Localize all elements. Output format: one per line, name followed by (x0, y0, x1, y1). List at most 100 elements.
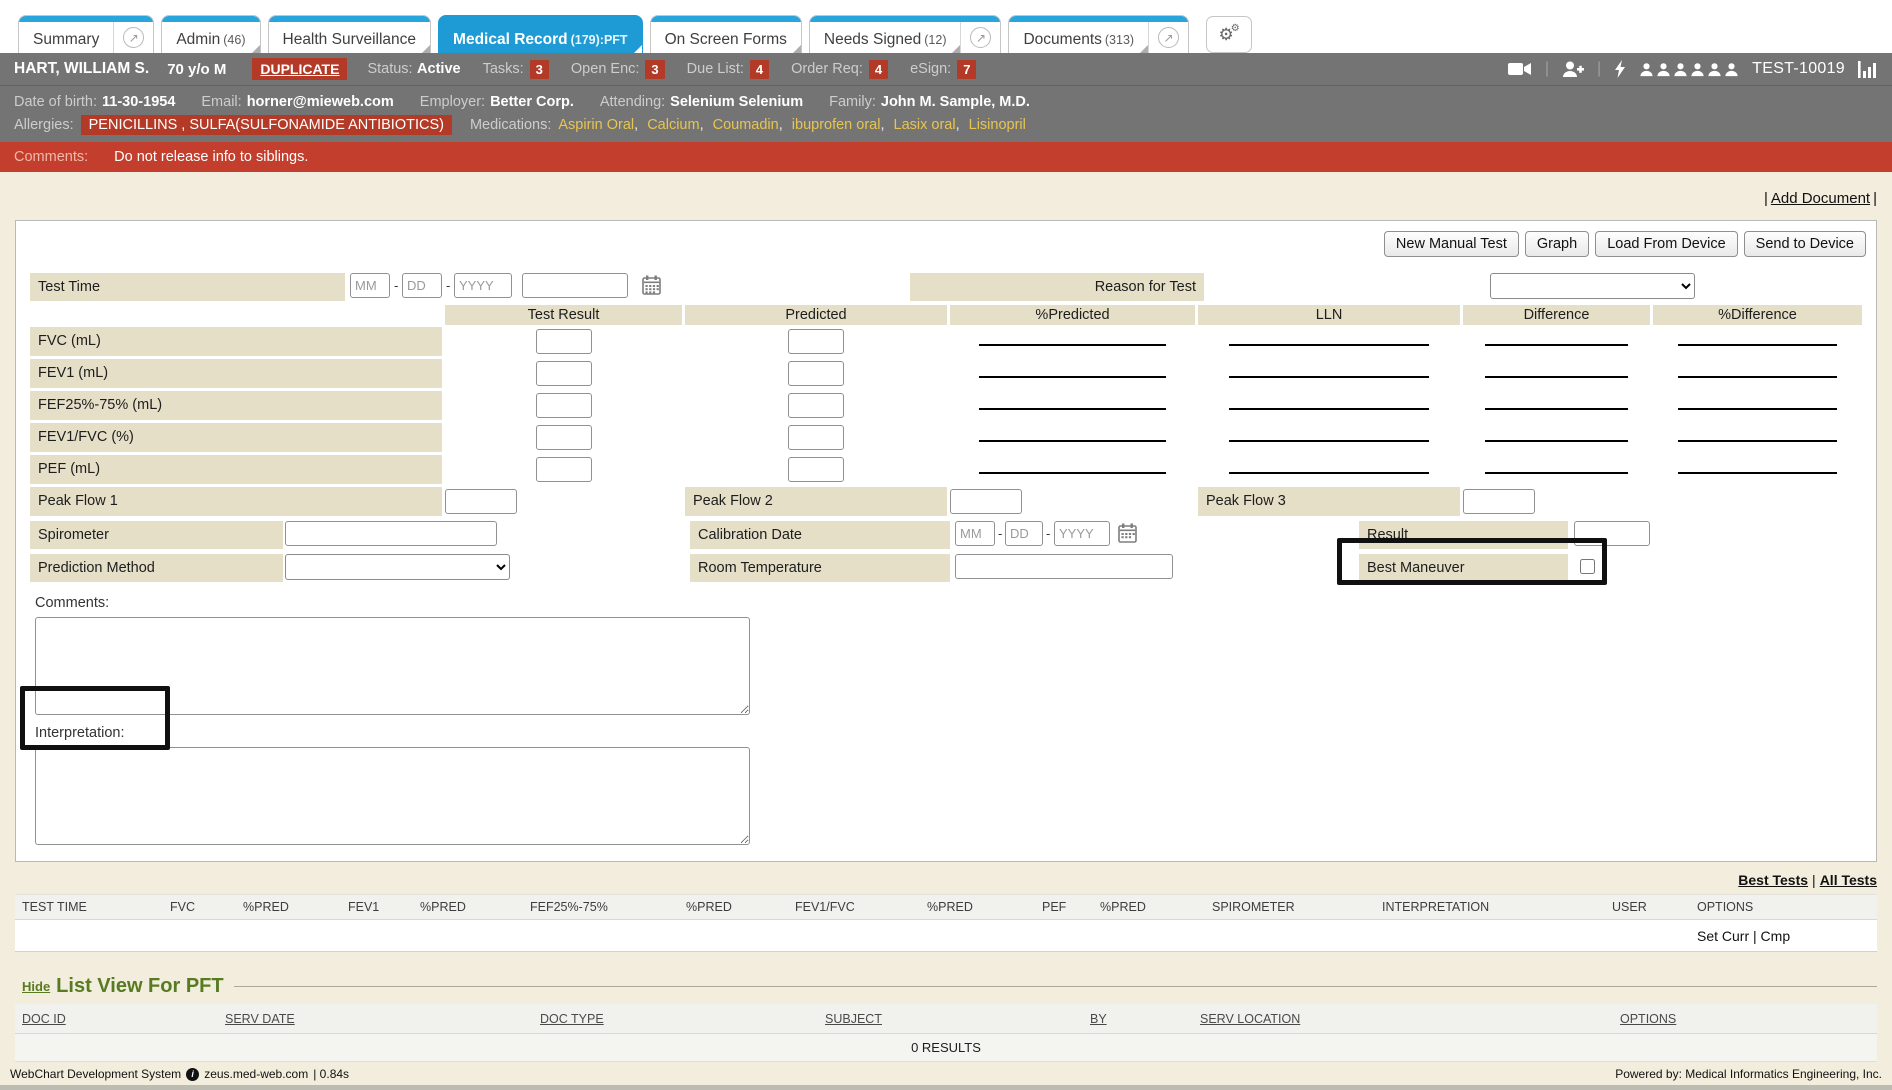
settings-button[interactable]: ⚙ ⚙ (1206, 16, 1252, 53)
fev1-pct-difference-value (1653, 359, 1862, 388)
lightning-icon[interactable] (1614, 60, 1626, 78)
family-field: Family:John M. Sample, M.D. (829, 94, 1030, 110)
tab-medical-record-button[interactable]: Medical Record(179):PFT (439, 16, 642, 53)
fev1-fvc-test-result-input[interactable] (536, 425, 592, 450)
result-input[interactable] (1574, 521, 1650, 546)
tab-health-surveillance-button[interactable]: Health Surveillance (269, 16, 431, 53)
fev1-fvc-predicted-input[interactable] (788, 425, 844, 450)
fvc-pct-predicted-value (950, 327, 1195, 356)
divider (234, 986, 1877, 987)
comments-label: Comments: (35, 595, 1876, 615)
fev1-test-result-input[interactable] (536, 361, 592, 386)
order-req-count-badge[interactable]: 4 (869, 60, 888, 79)
esign-counter: eSign: 7 (910, 60, 976, 79)
interpretation-textarea[interactable] (35, 747, 750, 845)
results-table-header: TEST TIME FVC %PRED FEV1 %PRED FEF25%-75… (15, 894, 1877, 920)
prediction-method-select[interactable] (285, 554, 510, 580)
fev1-fvc-pct-predicted-value (950, 423, 1195, 452)
calendar-icon[interactable] (642, 275, 661, 295)
esign-count-badge[interactable]: 7 (957, 60, 976, 79)
duplicate-badge[interactable]: DUPLICATE (252, 58, 347, 80)
patient-header-bar: HART, WILLIAM S. 70 y/o M DUPLICATE Stat… (0, 53, 1892, 86)
fvc-predicted-input[interactable] (788, 329, 844, 354)
tab-documents-popout[interactable]: ↗ (1148, 16, 1188, 53)
tab-on-screen-forms-button[interactable]: On Screen Forms (651, 16, 801, 53)
fvc-lln-value (1198, 327, 1460, 356)
sort-doc-id[interactable]: DOC ID (22, 1012, 225, 1026)
peak-flow-3-input[interactable] (1463, 489, 1535, 514)
fev1-pct-predicted-value (950, 359, 1195, 388)
order-req-counter: Order Req: 4 (791, 60, 888, 79)
graph-button[interactable]: Graph (1525, 231, 1589, 257)
tasks-count-badge[interactable]: 3 (530, 60, 549, 79)
pef-pct-difference-value (1653, 455, 1862, 484)
best-maneuver-checkbox[interactable] (1580, 559, 1595, 574)
tab-admin-button[interactable]: Admin(46) (162, 16, 259, 53)
allergies-badge: PENICILLINS , SULFA(SULFONAMIDE ANTIBIOT… (81, 115, 452, 135)
sort-serv-date[interactable]: SERV DATE (225, 1012, 540, 1026)
tab-needs-signed-button[interactable]: Needs Signed(12) (810, 16, 961, 53)
reason-for-test-label: Reason for Test (910, 273, 1204, 301)
calibration-date-label: Calibration Date (690, 521, 950, 549)
send-to-device-button[interactable]: Send to Device (1744, 231, 1866, 257)
fev1-fvc-difference-value (1463, 423, 1650, 452)
fvc-test-result-input[interactable] (536, 329, 592, 354)
pft-toolbar: New Manual Test Graph Load From Device S… (16, 231, 1876, 257)
calibration-day-input[interactable] (1005, 521, 1043, 546)
tab-medical-record: Medical Record(179):PFT (438, 15, 643, 53)
hide-list-view-link[interactable]: Hide (22, 979, 50, 994)
room-temperature-input[interactable] (955, 554, 1173, 579)
set-curr-cmp-links[interactable]: Set Curr | Cmp (1697, 928, 1790, 944)
options-column[interactable]: OPTIONS (1620, 1012, 1676, 1026)
test-time-month-input[interactable] (350, 273, 390, 298)
calibration-year-input[interactable] (1054, 521, 1110, 546)
fev1-row: FEV1 (mL) (16, 359, 1876, 388)
fev1-fvc-lln-value (1198, 423, 1460, 452)
sort-serv-location[interactable]: SERV LOCATION (1200, 1012, 1620, 1026)
tab-needs-signed-popout[interactable]: ↗ (960, 16, 1000, 53)
footer-load-time: | 0.84s (313, 1067, 349, 1081)
fef-pct-difference-value (1653, 391, 1862, 420)
list-view-title: List View For PFT (56, 975, 223, 998)
fef-lln-value (1198, 391, 1460, 420)
peak-flow-2-input[interactable] (950, 489, 1022, 514)
test-time-day-input[interactable] (402, 273, 442, 298)
tab-bar: Summary ↗ Admin(46) Health Surveillance … (0, 0, 1892, 53)
sort-by[interactable]: BY (1090, 1012, 1200, 1026)
video-camera-icon[interactable] (1508, 61, 1532, 77)
spirometer-input[interactable] (285, 521, 497, 546)
all-tests-link[interactable]: All Tests (1820, 872, 1877, 888)
fvc-row: FVC (mL) (16, 327, 1876, 356)
new-manual-test-button[interactable]: New Manual Test (1384, 231, 1519, 257)
open-enc-count-badge[interactable]: 3 (645, 60, 664, 79)
best-tests-link[interactable]: Best Tests (1738, 872, 1808, 888)
pef-predicted-input[interactable] (788, 457, 844, 482)
add-person-icon[interactable] (1562, 61, 1584, 78)
viewers-icons (1639, 62, 1739, 77)
tab-documents-button[interactable]: Documents(313) (1009, 16, 1148, 53)
sort-doc-type[interactable]: DOC TYPE (540, 1012, 825, 1026)
test-time-year-input[interactable] (454, 273, 512, 298)
fef-predicted-input[interactable] (788, 393, 844, 418)
fef-test-result-input[interactable] (536, 393, 592, 418)
attending-field: Attending:Selenium Selenium (600, 94, 803, 110)
test-time-time-input[interactable] (522, 273, 628, 298)
patient-name: HART, WILLIAM S. (14, 60, 149, 78)
reason-for-test-select[interactable] (1490, 273, 1695, 299)
tab-summary-popout[interactable]: ↗ (113, 16, 153, 53)
comments-textarea[interactable] (35, 617, 750, 715)
add-document-link[interactable]: Add Document (1771, 190, 1870, 207)
calibration-month-input[interactable] (955, 521, 995, 546)
fev1-predicted-input[interactable] (788, 361, 844, 386)
sort-subject[interactable]: SUBJECT (825, 1012, 1090, 1026)
info-icon[interactable]: i (186, 1068, 199, 1081)
calendar-icon[interactable] (1118, 523, 1137, 543)
bar-chart-icon[interactable] (1858, 61, 1878, 78)
tab-on-screen-forms: On Screen Forms (650, 15, 802, 53)
load-from-device-button[interactable]: Load From Device (1595, 231, 1737, 257)
tab-summary-button[interactable]: Summary (19, 16, 113, 53)
pft-form-panel: New Manual Test Graph Load From Device S… (15, 220, 1877, 862)
peak-flow-1-input[interactable] (445, 489, 517, 514)
pef-test-result-input[interactable] (536, 457, 592, 482)
due-list-count-badge[interactable]: 4 (750, 60, 769, 79)
